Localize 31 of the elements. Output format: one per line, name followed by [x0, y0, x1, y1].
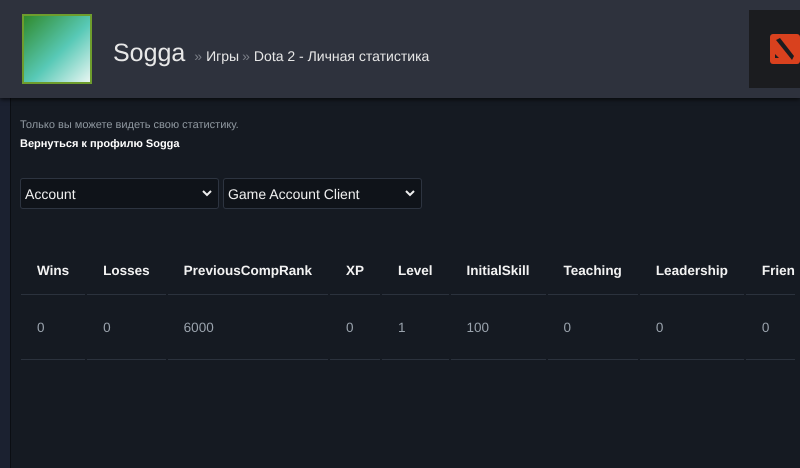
table-cell: 100	[450, 295, 546, 360]
table-cell: 0	[548, 295, 638, 360]
table-cell: 6000	[168, 295, 328, 360]
back-to-profile-link[interactable]: Вернуться к профилю Sogga	[20, 138, 180, 150]
column-header: Frien	[746, 247, 795, 295]
avatar-image[interactable]	[22, 14, 92, 84]
table-cell: 1	[382, 295, 449, 360]
game-logo-icon[interactable]	[749, 10, 800, 88]
table-cell: 0	[640, 295, 744, 360]
column-header: XP	[330, 247, 380, 295]
breadcrumb-separator: »	[242, 48, 250, 64]
breadcrumb-link[interactable]: Dota 2 - Личная статистика	[254, 48, 430, 64]
breadcrumb-separator: »	[194, 48, 202, 64]
column-header: PreviousCompRank	[168, 247, 328, 295]
column-header: Wins	[21, 247, 86, 295]
table-cell: 0	[330, 295, 380, 360]
breadcrumb-link[interactable]: Игры	[206, 48, 240, 64]
chevron-down-icon	[405, 190, 415, 197]
column-header: Teaching	[548, 247, 638, 295]
column-header: Losses	[87, 247, 166, 295]
select-field[interactable]: Game Account Client	[223, 178, 422, 209]
column-header: Leadership	[640, 247, 744, 295]
column-header: Level	[382, 247, 449, 295]
table-cell: 0	[87, 295, 166, 360]
chevron-down-icon	[202, 190, 212, 197]
user-name[interactable]: Sogga	[113, 38, 186, 68]
select-field[interactable]: Account	[20, 178, 219, 209]
table-cell: 0	[746, 295, 795, 360]
privacy-notice: Только вы можете видеть свою статистику.	[20, 119, 240, 131]
table-cell: 0	[21, 295, 86, 360]
column-header: InitialSkill	[450, 247, 546, 295]
